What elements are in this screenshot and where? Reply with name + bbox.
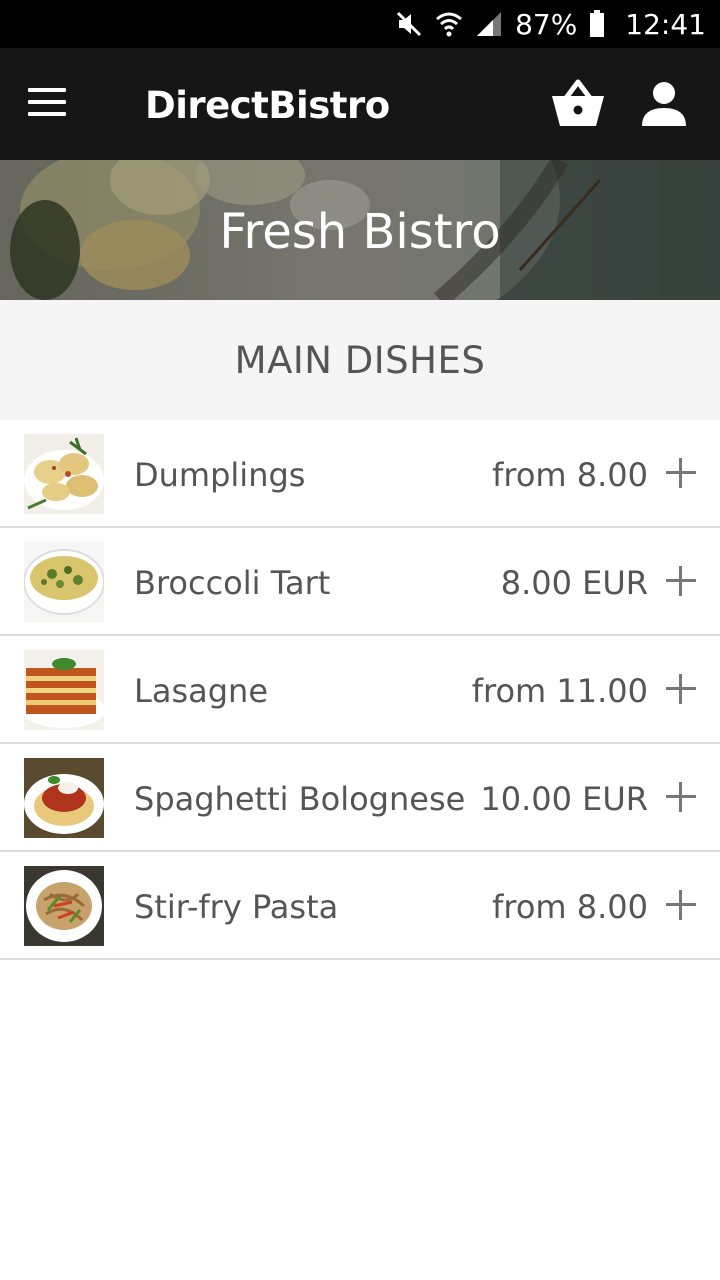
app-bar: DirectBistro xyxy=(0,48,720,160)
status-bar: 87% 12:41 xyxy=(0,0,720,48)
broccoli-tart-photo xyxy=(24,542,104,622)
menu-item-stir-fry-pasta[interactable]: Stir-fry Pasta from 8.00 xyxy=(0,852,720,960)
add-icon[interactable] xyxy=(666,890,696,920)
spaghetti-photo xyxy=(24,758,104,838)
battery-icon xyxy=(589,10,605,38)
item-name: Spaghetti Bolognese xyxy=(134,780,466,818)
signal-icon xyxy=(475,10,503,38)
item-name: Broccoli Tart xyxy=(134,564,331,602)
section-title: MAIN DISHES xyxy=(234,338,486,382)
item-name: Dumplings xyxy=(134,456,306,494)
wifi-icon xyxy=(435,10,463,38)
add-icon[interactable] xyxy=(666,566,696,596)
item-price: from 8.00 xyxy=(492,456,648,494)
menu-item-dumplings[interactable]: Dumplings from 8.00 xyxy=(0,420,720,528)
item-name: Stir-fry Pasta xyxy=(134,888,339,926)
dumplings-photo xyxy=(24,434,104,514)
restaurant-name: Fresh Bistro xyxy=(219,204,501,260)
menu-item-spaghetti-bolognese[interactable]: Spaghetti Bolognese 10.00 EUR xyxy=(0,744,720,852)
lasagne-photo xyxy=(24,650,104,730)
add-icon[interactable] xyxy=(666,782,696,812)
battery-percentage: 87% xyxy=(515,7,578,41)
item-price: 8.00 EUR xyxy=(500,564,648,602)
profile-icon[interactable] xyxy=(640,80,688,128)
item-price: 10.00 EUR xyxy=(480,780,648,818)
section-header: MAIN DISHES xyxy=(0,300,720,420)
item-price: from 11.00 xyxy=(471,672,648,710)
mute-icon xyxy=(395,10,423,38)
menu-list: Dumplings from 8.00 Broccoli Tart 8.00 E… xyxy=(0,420,720,960)
basket-icon[interactable] xyxy=(550,78,606,128)
menu-item-lasagne[interactable]: Lasagne from 11.00 xyxy=(0,636,720,744)
item-name: Lasagne xyxy=(134,672,268,710)
app-title: DirectBistro xyxy=(145,84,390,127)
hero-banner: Fresh Bistro xyxy=(0,160,720,300)
menu-item-broccoli-tart[interactable]: Broccoli Tart 8.00 EUR xyxy=(0,528,720,636)
clock: 12:41 xyxy=(625,7,706,41)
item-price: from 8.00 xyxy=(492,888,648,926)
stir-fry-photo xyxy=(24,866,104,946)
menu-icon[interactable] xyxy=(28,88,66,116)
add-icon[interactable] xyxy=(666,674,696,704)
add-icon[interactable] xyxy=(666,458,696,488)
